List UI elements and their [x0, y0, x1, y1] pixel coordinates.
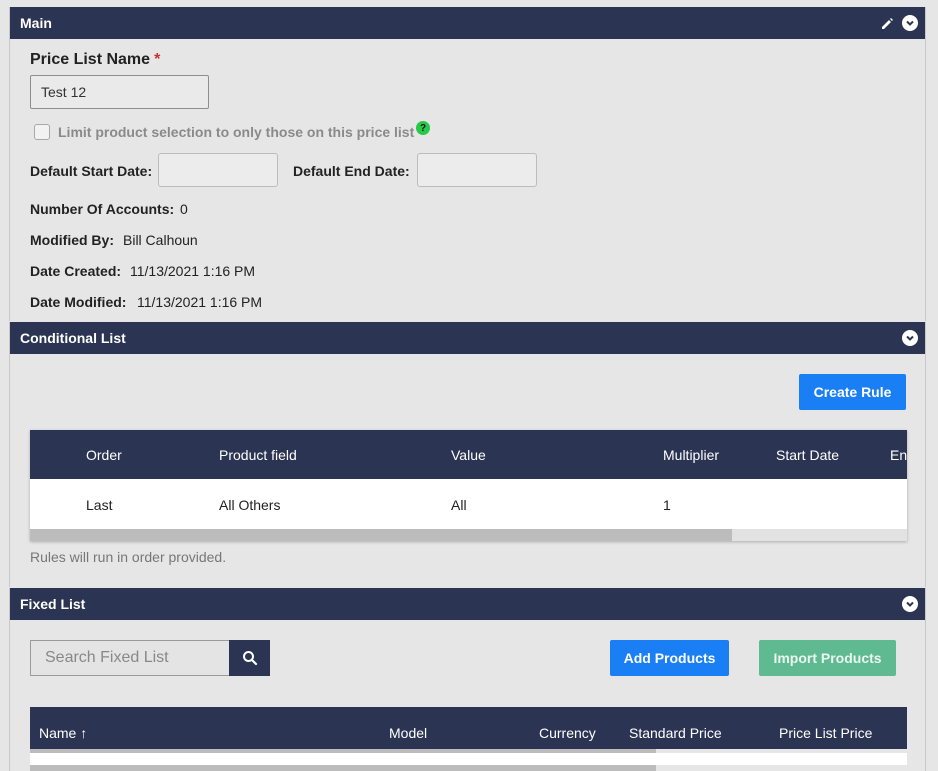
column-header-currency[interactable]: Currency	[539, 725, 596, 741]
fixed-list-title: Fixed List	[20, 596, 86, 612]
limit-selection-label: Limit product selection to only those on…	[58, 124, 415, 140]
chevron-down-icon[interactable]	[902, 15, 918, 31]
main-header-icons	[880, 7, 918, 39]
cell-value: All	[451, 497, 467, 513]
main-panel-header[interactable]: Main	[10, 7, 925, 39]
horizontal-scrollbar-bottom[interactable]	[30, 765, 907, 771]
main-panel-title: Main	[20, 15, 52, 31]
conditional-list-title: Conditional List	[20, 330, 126, 346]
default-start-date-label: Default Start Date:	[30, 163, 153, 179]
table-row[interactable]: Last All Others All 1	[30, 479, 907, 529]
create-rule-button[interactable]: Create Rule	[799, 374, 906, 410]
number-of-accounts-label: Number Of Accounts:	[30, 201, 175, 217]
help-icon[interactable]: ?	[416, 121, 430, 135]
horizontal-scrollbar[interactable]	[30, 529, 907, 541]
date-modified-value: 11/13/2021 1:16 PM	[137, 294, 263, 310]
fixed-list-header[interactable]: Fixed List	[10, 588, 925, 620]
search-button[interactable]	[229, 640, 270, 676]
column-header-value[interactable]: Value	[451, 447, 486, 463]
fixed-products-table: Name ↑ Model Currency Standard Price Pri…	[30, 707, 907, 771]
cell-product-field: All Others	[219, 497, 281, 513]
column-header-product-field[interactable]: Product field	[219, 447, 297, 463]
add-products-button[interactable]: Add Products	[610, 640, 729, 676]
import-products-button[interactable]: Import Products	[759, 640, 896, 676]
cell-order: Last	[86, 497, 113, 513]
chevron-down-icon[interactable]	[902, 596, 918, 612]
fixed-list-panel: Fixed List Search Fixed List Add Product…	[9, 588, 926, 771]
scrollbar-thumb[interactable]	[30, 529, 732, 541]
limit-selection-checkbox[interactable]	[34, 124, 50, 140]
price-list-name-input[interactable]: Test 12	[30, 75, 209, 109]
table-row[interactable]	[30, 753, 907, 765]
default-end-date-label: Default End Date:	[293, 163, 410, 179]
conditional-header-icons	[902, 322, 918, 354]
main-panel: Main Price List Name * Test 12 Limit prod…	[9, 7, 926, 321]
column-header-model[interactable]: Model	[389, 725, 427, 741]
default-start-date-input[interactable]	[158, 153, 278, 187]
column-header-end-date[interactable]: En	[890, 447, 907, 463]
column-header-order[interactable]: Order	[86, 447, 122, 463]
search-icon	[242, 651, 257, 666]
pencil-icon[interactable]	[880, 16, 894, 30]
conditional-list-header[interactable]: Conditional List	[10, 322, 925, 354]
price-list-name-label: Price List Name *	[30, 51, 161, 68]
scrollbar-thumb[interactable]	[30, 765, 656, 771]
conditional-list-panel: Conditional List Create Rule Order Produ…	[9, 322, 926, 587]
date-modified-label: Date Modified:	[30, 294, 127, 310]
default-end-date-input[interactable]	[417, 153, 537, 187]
required-asterisk: *	[154, 51, 161, 68]
conditional-table-header: Order Product field Value Multiplier Sta…	[30, 430, 907, 479]
fixed-table-header: Name ↑ Model Currency Standard Price Pri…	[30, 707, 907, 749]
column-header-start-date[interactable]: Start Date	[776, 447, 839, 463]
date-created-label: Date Created:	[30, 263, 122, 279]
fixed-header-icons	[902, 588, 918, 620]
chevron-down-icon[interactable]	[902, 330, 918, 346]
cell-multiplier: 1	[663, 497, 671, 513]
column-header-price-list-price[interactable]: Price List Price	[779, 725, 872, 741]
search-fixed-list-input[interactable]: Search Fixed List	[30, 640, 230, 676]
modified-by-label: Modified By:	[30, 232, 114, 248]
date-created-value: 11/13/2021 1:16 PM	[130, 263, 256, 279]
sort-ascending-icon: ↑	[80, 725, 88, 741]
column-header-standard-price[interactable]: Standard Price	[629, 725, 722, 741]
rules-order-note: Rules will run in order provided.	[30, 549, 227, 565]
number-of-accounts-value: 0	[180, 201, 188, 217]
column-header-multiplier[interactable]: Multiplier	[663, 447, 719, 463]
modified-by-value: Bill Calhoun	[123, 232, 198, 248]
column-header-name[interactable]: Name ↑	[39, 725, 87, 741]
conditional-rules-table: Order Product field Value Multiplier Sta…	[30, 430, 907, 541]
